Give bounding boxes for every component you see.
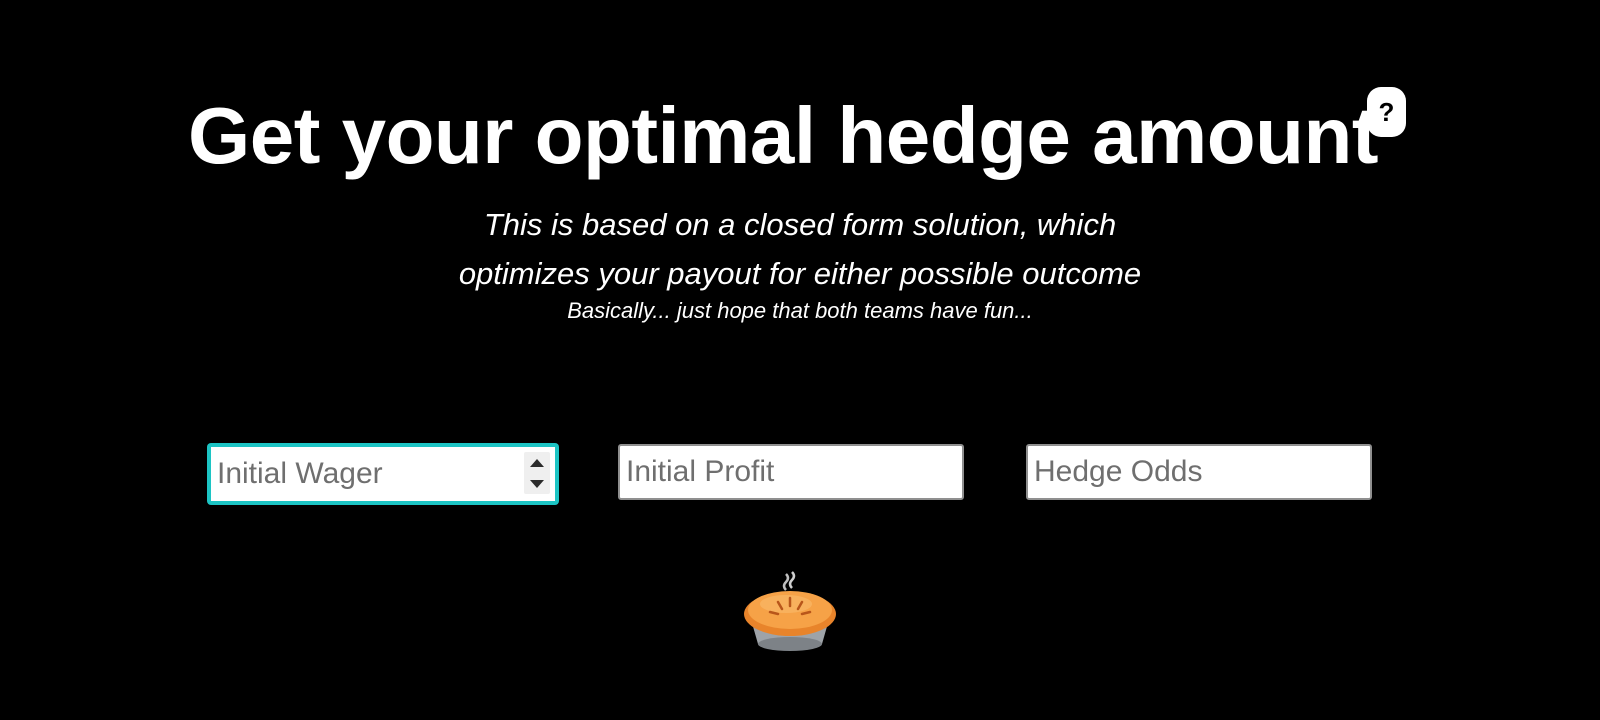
intro-line-1: This is based on a closed form solution,… (483, 207, 1117, 242)
help-button[interactable]: ? (1367, 87, 1406, 137)
initial-wager-wrapper (208, 444, 558, 504)
hedge-odds-input[interactable] (1026, 444, 1372, 500)
page-title: Get your optimal hedge amount (187, 91, 1379, 180)
intro-line-2: optimizes your payout for either possibl… (458, 256, 1142, 291)
initial-wager-stepper[interactable] (524, 452, 550, 494)
page: Get your optimal hedge amount ? This is … (0, 0, 1600, 720)
initial-profit-input[interactable] (618, 444, 964, 500)
initial-wager-input[interactable] (208, 444, 558, 504)
intro-text: This is based on a closed form solution,… (0, 200, 1600, 298)
pie-icon (744, 571, 836, 651)
intro-note: Basically... just hope that both teams h… (567, 298, 1033, 323)
stepper-down-icon[interactable] (530, 479, 544, 488)
question-mark-icon: ? (1378, 96, 1395, 127)
stepper-up-icon[interactable] (530, 458, 544, 467)
